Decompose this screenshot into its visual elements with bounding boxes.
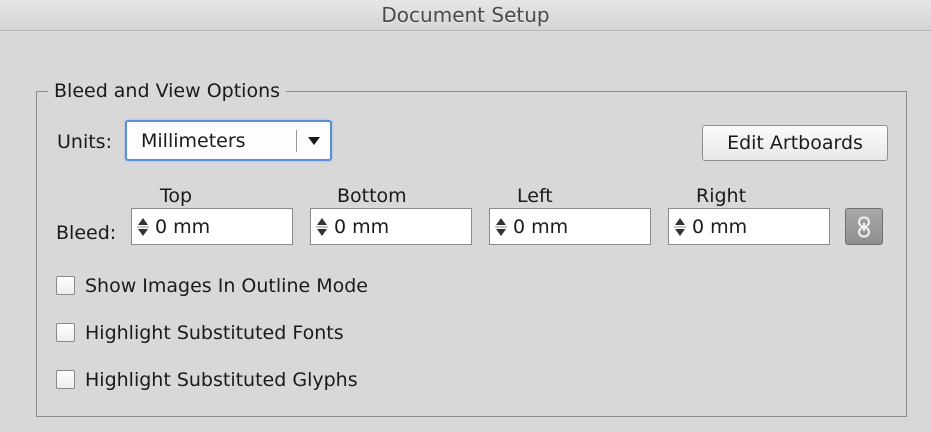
bleed-bottom-value: 0 mm — [334, 216, 390, 238]
bleed-top-field[interactable]: 0 mm — [131, 208, 293, 245]
bleed-bottom-field[interactable]: 0 mm — [310, 208, 472, 245]
highlight-glyphs-label: Highlight Substituted Glyphs — [85, 369, 358, 391]
highlight-fonts-checkbox[interactable] — [56, 323, 75, 342]
spinner-icon[interactable] — [136, 216, 150, 238]
edit-artboards-button[interactable]: Edit Artboards — [702, 125, 888, 161]
spinner-icon[interactable] — [494, 216, 508, 238]
dialog-title: Document Setup — [381, 3, 550, 27]
bleed-right-label: Right — [696, 185, 747, 207]
bleed-left-value: 0 mm — [513, 216, 569, 238]
show-images-outline-checkbox[interactable] — [56, 276, 75, 295]
link-bleed-values-button[interactable] — [845, 208, 883, 245]
bleed-top-label: Top — [160, 185, 193, 207]
dialog-titlebar: Document Setup — [0, 0, 931, 31]
bleed-label: Bleed: — [56, 222, 117, 244]
highlight-glyphs-checkbox[interactable] — [56, 370, 75, 389]
chain-link-icon — [858, 216, 870, 238]
units-select[interactable]: Millimeters — [125, 120, 332, 161]
bleed-bottom-label: Bottom — [337, 185, 407, 207]
spinner-icon[interactable] — [673, 216, 687, 238]
bleed-right-value: 0 mm — [692, 216, 748, 238]
bleed-top-value: 0 mm — [155, 216, 211, 238]
panel-legend: Bleed and View Options — [48, 77, 287, 105]
spinner-icon[interactable] — [315, 216, 329, 238]
bleed-right-field[interactable]: 0 mm — [668, 208, 830, 245]
units-label: Units: — [57, 131, 112, 153]
highlight-fonts-label: Highlight Substituted Fonts — [85, 322, 344, 344]
units-select-value: Millimeters — [141, 130, 246, 152]
bleed-left-field[interactable]: 0 mm — [489, 208, 651, 245]
dropdown-arrow-icon — [308, 137, 320, 145]
bleed-left-label: Left — [517, 185, 553, 207]
show-images-outline-label: Show Images In Outline Mode — [85, 275, 368, 297]
select-divider — [296, 130, 297, 152]
